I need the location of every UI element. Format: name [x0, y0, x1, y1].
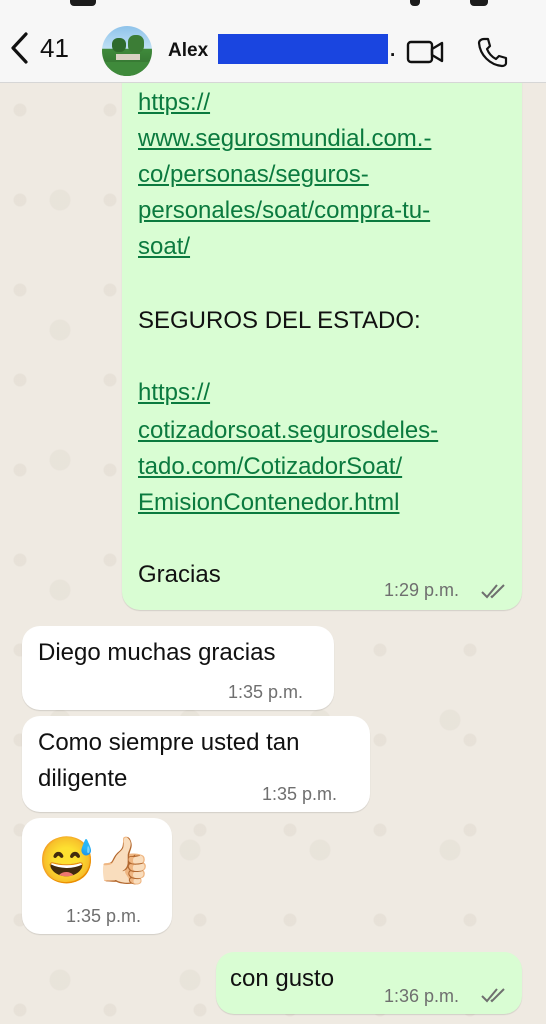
message-time: 1:35 p.m. [66, 906, 142, 926]
message-bubble-reply[interactable]: con gusto 1:36 p.m. [216, 952, 522, 1014]
link-segurosmundial-line-5[interactable]: soat/ [138, 232, 190, 262]
avatar-image [102, 35, 152, 76]
unread-count: 41 [40, 32, 69, 63]
gracias-text: Gracias [138, 561, 221, 588]
link-segurosmundial-line-2[interactable]: www.segurosmundial.com.- [138, 124, 431, 154]
message-time: 1:35 p.m. [228, 682, 304, 702]
emoji-content: 😅👍🏻 [38, 834, 153, 886]
message-time: 1:29 p.m. [384, 580, 460, 600]
message-text: con gusto [230, 965, 335, 992]
link-segurosmundial-line-1[interactable]: https:// [138, 88, 210, 118]
message-text-line-1: Como siempre usted tan [38, 729, 300, 756]
link-cotizador-line-2[interactable]: cotizadorsoat.segurosdeles- [138, 416, 438, 446]
status-bar [0, 0, 546, 14]
status-bar-glyph [470, 0, 488, 6]
back-button[interactable]: 41 [8, 26, 69, 70]
chat-header: 41 Alex . [0, 0, 546, 83]
contact-name-suffix: . [390, 40, 396, 61]
chevron-left-icon [11, 32, 28, 64]
link-segurosmundial-line-3[interactable]: co/personas/seguros- [138, 160, 369, 190]
message-bubble-soat-links[interactable]: https:// www.segurosmundial.com.- co/per… [122, 60, 522, 610]
phone-icon[interactable] [476, 36, 508, 68]
status-bar-glyph [410, 0, 420, 6]
seguros-del-estado-heading: SEGUROS DEL ESTADO: [138, 307, 421, 334]
message-bubble-thanks[interactable]: Diego muchas gracias 1:35 p.m. [22, 626, 334, 710]
contact-avatar[interactable] [102, 26, 152, 76]
link-cotizador-line-3[interactable]: tado.com/CotizadorSoat/ [138, 452, 402, 482]
video-camera-icon[interactable] [406, 38, 446, 66]
link-cotizador-line-4[interactable]: EmisionContenedor.html [138, 488, 399, 518]
contact-name[interactable]: Alex [168, 40, 208, 62]
link-cotizador-line-1[interactable]: https:// [138, 378, 210, 408]
double-check-icon [481, 584, 505, 599]
message-bubble-diligent[interactable]: Como siempre usted tan diligente 1:35 p.… [22, 716, 370, 812]
double-check-icon [481, 988, 505, 1003]
message-bubble-emoji[interactable]: 😅👍🏻 1:35 p.m. [22, 818, 172, 934]
message-time: 1:36 p.m. [384, 986, 460, 1006]
message-time: 1:35 p.m. [262, 784, 338, 804]
message-text: Diego muchas gracias [38, 639, 276, 666]
link-segurosmundial-line-4[interactable]: personales/soat/compra-tu- [138, 196, 430, 226]
message-text-line-2: diligente [38, 765, 128, 792]
status-bar-glyph [70, 0, 96, 6]
redacted-name-block [218, 34, 388, 64]
